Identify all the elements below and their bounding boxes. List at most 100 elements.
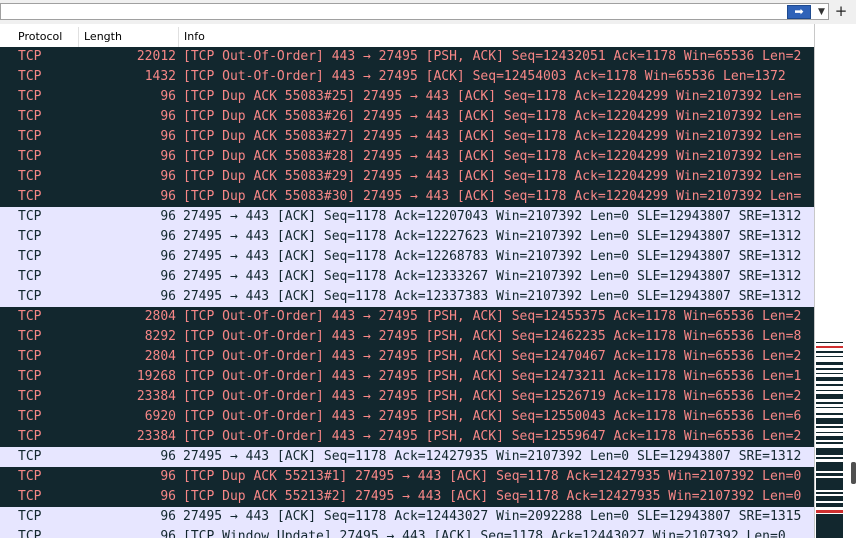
packet-row[interactable]: TCP 96 [TCP Window Update] 27495 → 443 [AC… (0, 527, 814, 538)
packet-length: 96 (160, 529, 176, 538)
packet-info: [TCP Out-Of-Order] 443 → 27495 [PSH, ACK… (183, 49, 802, 64)
minimap-stripe (816, 436, 843, 440)
minimap-stripe (816, 418, 843, 424)
packet-minimap (816, 342, 843, 538)
packet-info: [TCP Out-Of-Order] 443 → 27495 [ACK] Seq… (183, 69, 786, 84)
packet-protocol: TCP (18, 109, 42, 124)
packet-info: [TCP Dup ACK 55213#2] 27495 → 443 [ACK] … (183, 489, 802, 504)
packet-length: 96 (160, 269, 176, 284)
packet-length: 96 (160, 129, 176, 144)
packet-row[interactable]: TCP 96 [TCP Dup ACK 55083#27] 27495 → 443 … (0, 127, 814, 147)
minimap-stripe (816, 373, 843, 374)
packet-row[interactable]: TCP 22012 [TCP Out-Of-Order] 443 → 27495 [… (0, 47, 814, 67)
packet-row[interactable]: TCP 96 27495 → 443 [ACK] Seq=1178 Ack=1242… (0, 447, 814, 467)
packet-length: 96 (160, 509, 176, 524)
packet-length: 22012 (136, 49, 176, 64)
packet-row[interactable]: TCP 23384 [TCP Out-Of-Order] 443 → 27495 [… (0, 427, 814, 447)
packet-info: [TCP Out-Of-Order] 443 → 27495 [PSH, ACK… (183, 309, 802, 324)
packet-list-header: Protocol Length Info (0, 27, 814, 48)
packet-protocol: TCP (18, 209, 42, 224)
add-filter-button[interactable]: + (831, 3, 851, 21)
minimap-error-stripe (816, 510, 843, 513)
packet-protocol: TCP (18, 229, 42, 244)
packet-length: 96 (160, 109, 176, 124)
packet-protocol: TCP (18, 509, 42, 524)
minimap-stripe (816, 462, 843, 471)
packet-list: TCP 22012 [TCP Out-Of-Order] 443 → 27495 [… (0, 47, 814, 538)
minimap-stripe (816, 377, 843, 381)
packet-protocol: TCP (18, 389, 42, 404)
minimap-stripe (816, 432, 843, 433)
minimap-stripe (816, 407, 843, 408)
packet-protocol: TCP (18, 149, 42, 164)
column-header-length[interactable]: Length (79, 27, 179, 47)
packet-row[interactable]: TCP 23384 [TCP Out-Of-Order] 443 → 27495 [… (0, 387, 814, 407)
packet-row[interactable]: TCP 96 27495 → 443 [ACK] Seq=1178 Ack=1226… (0, 247, 814, 267)
packet-length: 23384 (136, 429, 176, 444)
packet-row[interactable]: TCP 96 [TCP Dup ACK 55083#29] 27495 → 443 … (0, 167, 814, 187)
apply-filter-button[interactable]: ➡ (787, 5, 811, 19)
packet-length: 2804 (144, 349, 176, 364)
packet-protocol: TCP (18, 129, 42, 144)
minimap-stripe (816, 496, 843, 501)
minimap-stripe (816, 342, 843, 343)
minimap-stripe (816, 473, 843, 476)
packet-row[interactable]: TCP 96 27495 → 443 [ACK] Seq=1178 Ack=1220… (0, 207, 814, 227)
minimap-stripe (816, 442, 843, 444)
minimap-stripe (816, 394, 843, 399)
scrollbar-thumb[interactable] (851, 462, 856, 484)
display-filter-input[interactable] (0, 3, 829, 20)
packet-row[interactable]: TCP 96 27495 → 443 [ACK] Seq=1178 Ack=1222… (0, 227, 814, 247)
packet-row[interactable]: TCP 96 [TCP Dup ACK 55083#28] 27495 → 443 … (0, 147, 814, 167)
minimap-stripe (816, 351, 843, 353)
minimap-stripe (816, 457, 843, 459)
packet-row[interactable]: TCP 96 [TCP Dup ACK 55213#2] 27495 → 443 [… (0, 487, 814, 507)
packet-info: [TCP Out-Of-Order] 443 → 27495 [PSH, ACK… (183, 389, 802, 404)
packet-protocol: TCP (18, 489, 42, 504)
packet-length: 96 (160, 449, 176, 464)
packet-protocol: TCP (18, 49, 42, 64)
packet-row[interactable]: TCP 8292 [TCP Out-Of-Order] 443 → 27495 [P… (0, 327, 814, 347)
minimap-stripe (816, 492, 843, 494)
packet-row[interactable]: TCP 96 [TCP Dup ACK 55213#1] 27495 → 443 [… (0, 467, 814, 487)
packet-row[interactable]: TCP 2804 [TCP Out-Of-Order] 443 → 27495 [P… (0, 307, 814, 327)
minimap-stripe (816, 384, 843, 386)
packet-row[interactable]: TCP 1432 [TCP Out-Of-Order] 443 → 27495 [A… (0, 67, 814, 87)
packet-protocol: TCP (18, 309, 42, 324)
packet-info: [TCP Dup ACK 55083#26] 27495 → 443 [ACK]… (183, 109, 802, 124)
packet-length: 6920 (144, 409, 176, 424)
packet-length: 23384 (136, 389, 176, 404)
packet-length: 96 (160, 209, 176, 224)
minimap-stripe (816, 426, 843, 428)
packet-protocol: TCP (18, 189, 42, 204)
packet-row[interactable]: TCP 96 [TCP Dup ACK 55083#30] 27495 → 443 … (0, 187, 814, 207)
packet-protocol: TCP (18, 329, 42, 344)
packet-row[interactable]: TCP 19268 [TCP Out-Of-Order] 443 → 27495 [… (0, 367, 814, 387)
packet-protocol: TCP (18, 429, 42, 444)
column-header-info[interactable]: Info (179, 27, 814, 47)
right-arrow-icon: ➡ (794, 5, 804, 18)
packet-row[interactable]: TCP 96 27495 → 443 [ACK] Seq=1178 Ack=1233… (0, 287, 814, 307)
packet-row[interactable]: TCP 96 27495 → 443 [ACK] Seq=1178 Ack=1244… (0, 507, 814, 527)
packet-protocol: TCP (18, 249, 42, 264)
packet-protocol: TCP (18, 89, 42, 104)
column-header-protocol[interactable]: Protocol (13, 27, 79, 47)
packet-length: 96 (160, 289, 176, 304)
packet-protocol: TCP (18, 69, 42, 84)
packet-info: 27495 → 443 [ACK] Seq=1178 Ack=12443027 … (183, 509, 802, 524)
packet-row[interactable]: TCP 96 27495 → 443 [ACK] Seq=1178 Ack=1233… (0, 267, 814, 287)
packet-length: 96 (160, 189, 176, 204)
packet-row[interactable]: TCP 6920 [TCP Out-Of-Order] 443 → 27495 [P… (0, 407, 814, 427)
packet-row[interactable]: TCP 96 [TCP Dup ACK 55083#26] 27495 → 443 … (0, 107, 814, 127)
packet-row[interactable]: TCP 96 [TCP Dup ACK 55083#25] 27495 → 443 … (0, 87, 814, 107)
chevron-down-icon: ▼ (818, 7, 825, 17)
packet-info: [TCP Dup ACK 55083#27] 27495 → 443 [ACK]… (183, 129, 802, 144)
filter-history-dropdown[interactable]: ▼ (815, 5, 828, 19)
minimap-stripe (816, 503, 843, 507)
packet-info: [TCP Out-Of-Order] 443 → 27495 [PSH, ACK… (183, 409, 802, 424)
packet-row[interactable]: TCP 2804 [TCP Out-Of-Order] 443 → 27495 [P… (0, 347, 814, 367)
packet-info: [TCP Out-Of-Order] 443 → 27495 [PSH, ACK… (183, 429, 802, 444)
minimap-stripe (816, 402, 843, 404)
packet-list-scrollbar[interactable] (814, 24, 856, 538)
packet-protocol: TCP (18, 169, 42, 184)
